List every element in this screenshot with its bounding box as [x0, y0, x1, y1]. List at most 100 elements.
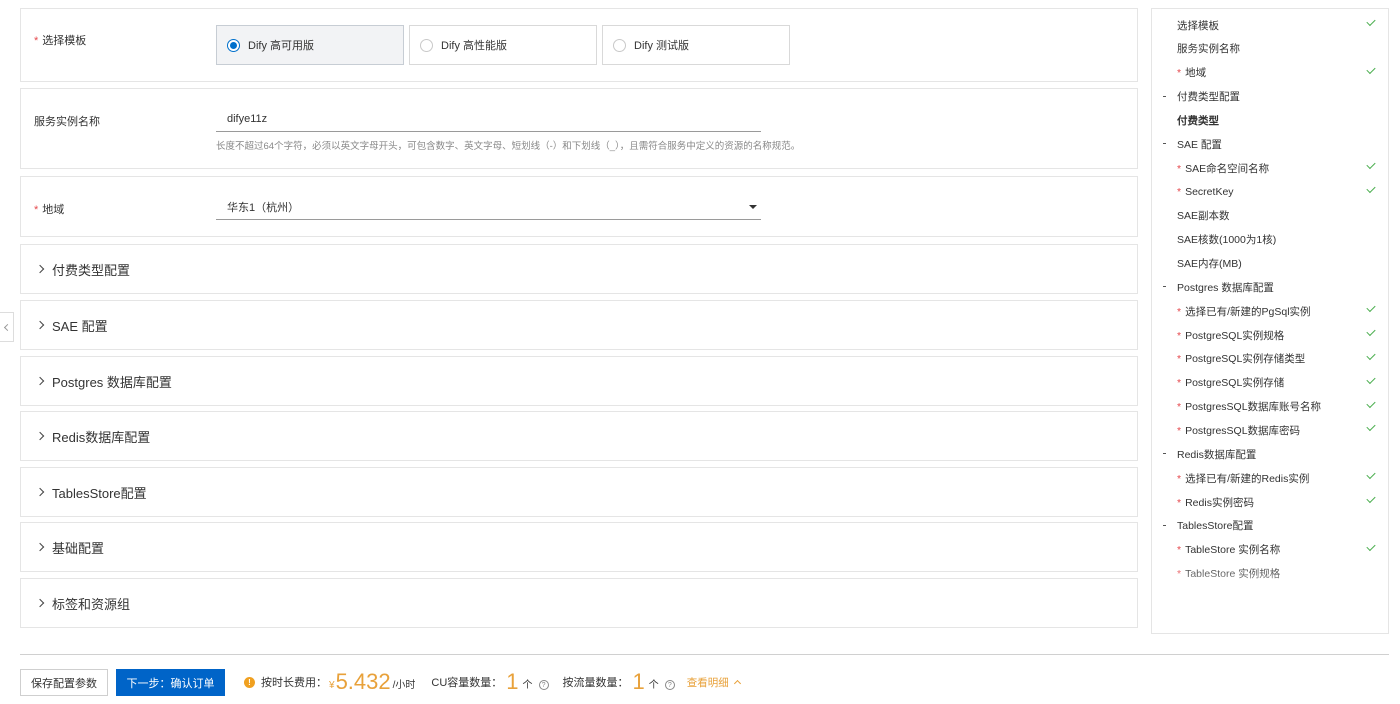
nav-item-label: SAE核数(1000为1核): [1177, 234, 1277, 247]
template-option-ha[interactable]: Dify 高可用版: [216, 25, 404, 65]
nav-item-label: 选择已有/新建的PgSql实例: [1185, 305, 1311, 318]
radio-unchecked-icon: [613, 38, 626, 52]
chevron-left-icon: [3, 323, 12, 331]
nav-item[interactable]: SAE内存(MB): [1152, 254, 1388, 274]
nav-item[interactable]: * TableStore 实例名称: [1152, 540, 1388, 560]
section-postgres[interactable]: Postgres 数据库配置: [20, 356, 1138, 406]
required-mark: *: [1177, 424, 1182, 437]
check-icon: [1366, 16, 1376, 27]
cu-value: 1: [506, 669, 519, 694]
nav-item-label: 地域: [1185, 67, 1207, 80]
required-mark: *: [1177, 472, 1182, 485]
radio-checked-icon: [227, 38, 240, 52]
required-mark: *: [1177, 496, 1182, 509]
footer-divider: [20, 654, 1389, 655]
nav-item-label: SAE命名空间名称: [1185, 162, 1270, 175]
nav-item[interactable]: 选择模板: [1152, 15, 1388, 35]
nav-item[interactable]: 付费类型: [1152, 110, 1388, 130]
nav-item-label: Redis实例密码: [1185, 496, 1254, 509]
template-option-perf[interactable]: Dify 高性能版: [409, 25, 597, 65]
nav-item-label: PostgreSQL实例存储类型: [1185, 353, 1306, 366]
template-option-test[interactable]: Dify 测试版: [602, 25, 790, 65]
nav-item[interactable]: * SAE命名空间名称: [1152, 158, 1388, 178]
section-tags[interactable]: 标签和资源组: [20, 578, 1138, 628]
nav-item[interactable]: Redis数据库配置: [1152, 444, 1388, 464]
next-confirm-order-button[interactable]: 下一步：确认订单: [116, 669, 225, 696]
nav-item[interactable]: * 地域: [1152, 63, 1388, 83]
required-mark: *: [1177, 67, 1182, 80]
chevron-up-icon: [733, 679, 741, 688]
form-outline-nav: 选择模板 服务实例名称 * 地域 付费类型配置 付费类型 SAE 配置 * SAE命名空间名称 *…: [1151, 8, 1389, 634]
check-icon: [1366, 183, 1376, 194]
check-icon: [1366, 64, 1376, 74]
check-icon: [1366, 470, 1376, 480]
nav-item-label: PostgreSQL实例存储: [1185, 377, 1285, 390]
nav-item[interactable]: * PostgresSQL数据库账号名称: [1152, 397, 1388, 417]
check-icon: [1366, 398, 1376, 408]
check-icon: [1366, 374, 1376, 384]
nav-item[interactable]: * 选择已有/新建的PgSql实例: [1152, 301, 1388, 321]
question-circle-icon[interactable]: ?: [538, 680, 549, 690]
radio-unchecked-icon: [420, 38, 433, 52]
check-icon: [1366, 159, 1376, 170]
nav-item[interactable]: * PostgresSQL数据库密码: [1152, 420, 1388, 440]
nav-item-label: 选择模板: [1177, 19, 1219, 32]
nav-item-label: 付费类型: [1177, 114, 1219, 127]
fee-unit: /小时: [392, 680, 416, 691]
nav-item[interactable]: TablesStore配置: [1152, 516, 1388, 536]
chevron-right-icon: [35, 487, 45, 497]
chevron-right-icon: [35, 264, 45, 274]
nav-item[interactable]: SAE核数(1000为1核): [1152, 230, 1388, 250]
region-select[interactable]: 华东1（杭州）: [216, 194, 761, 220]
flow-unit: 个: [648, 680, 659, 691]
nav-item-label: SAE内存(MB): [1177, 258, 1242, 270]
nav-item-label: TableStore 实例名称: [1185, 544, 1281, 557]
section-tablestore[interactable]: TablesStore配置: [20, 467, 1138, 517]
cu-unit: 个: [522, 680, 533, 691]
nav-item-label: TablesStore配置: [1177, 520, 1254, 533]
chevron-right-icon: [35, 598, 45, 608]
section-basic[interactable]: 基础配置: [20, 522, 1138, 572]
required-mark: *: [1177, 185, 1182, 198]
instance-name-input[interactable]: difye11z: [216, 106, 761, 132]
template-card: * 选择模板 Dify 高可用版 Dify 高性能版 Dify 测试版: [20, 8, 1138, 82]
nav-item[interactable]: * 选择已有/新建的Redis实例: [1152, 468, 1388, 488]
check-icon: [1366, 541, 1376, 551]
nav-item[interactable]: 服务实例名称: [1152, 39, 1388, 59]
nav-item-label: PostgreSQL实例规格: [1185, 329, 1285, 342]
nav-item[interactable]: * PostgreSQL实例存储: [1152, 373, 1388, 393]
chevron-right-icon: [35, 320, 45, 330]
nav-item[interactable]: * PostgreSQL实例规格: [1152, 325, 1388, 345]
nav-item[interactable]: * SecretKey: [1152, 182, 1388, 202]
required-mark: *: [1177, 377, 1182, 390]
chevron-right-icon: [35, 431, 45, 441]
check-icon: [1366, 326, 1376, 337]
section-sae[interactable]: SAE 配置: [20, 300, 1138, 350]
section-redis[interactable]: Redis数据库配置: [20, 411, 1138, 461]
save-config-button[interactable]: 保存配置参数: [20, 669, 108, 696]
info-warning-icon: !: [244, 676, 255, 688]
nav-item-label: 选择已有/新建的Redis实例: [1185, 472, 1310, 485]
view-detail-link[interactable]: 查看明细: [687, 675, 741, 690]
required-mark: *: [1177, 162, 1182, 175]
nav-item[interactable]: 付费类型配置: [1152, 87, 1388, 107]
question-circle-icon[interactable]: ?: [664, 680, 675, 690]
required-mark: *: [1177, 401, 1182, 414]
nav-item[interactable]: * Redis实例密码: [1152, 492, 1388, 512]
nav-item[interactable]: * PostgreSQL实例存储类型: [1152, 349, 1388, 369]
region-card: * 地域 华东1（杭州）: [20, 176, 1138, 237]
section-billing[interactable]: 付费类型配置: [20, 244, 1138, 294]
required-mark: *: [1177, 544, 1182, 557]
required-mark: *: [34, 204, 39, 216]
nav-item[interactable]: SAE副本数: [1152, 206, 1388, 226]
nav-item-label: SAE 配置: [1177, 138, 1222, 151]
nav-item[interactable]: SAE 配置: [1152, 134, 1388, 154]
nav-item-label: 付费类型配置: [1177, 91, 1240, 104]
nav-item-label: PostgresSQL数据库账号名称: [1185, 401, 1322, 414]
check-icon: [1366, 350, 1376, 360]
nav-item-label: SecretKey: [1185, 185, 1234, 198]
nav-item[interactable]: Postgres 数据库配置: [1152, 277, 1388, 297]
nav-item-label: PostgresSQL数据库密码: [1185, 424, 1301, 437]
required-mark: *: [1177, 353, 1182, 366]
collapse-toggle[interactable]: [0, 312, 14, 342]
